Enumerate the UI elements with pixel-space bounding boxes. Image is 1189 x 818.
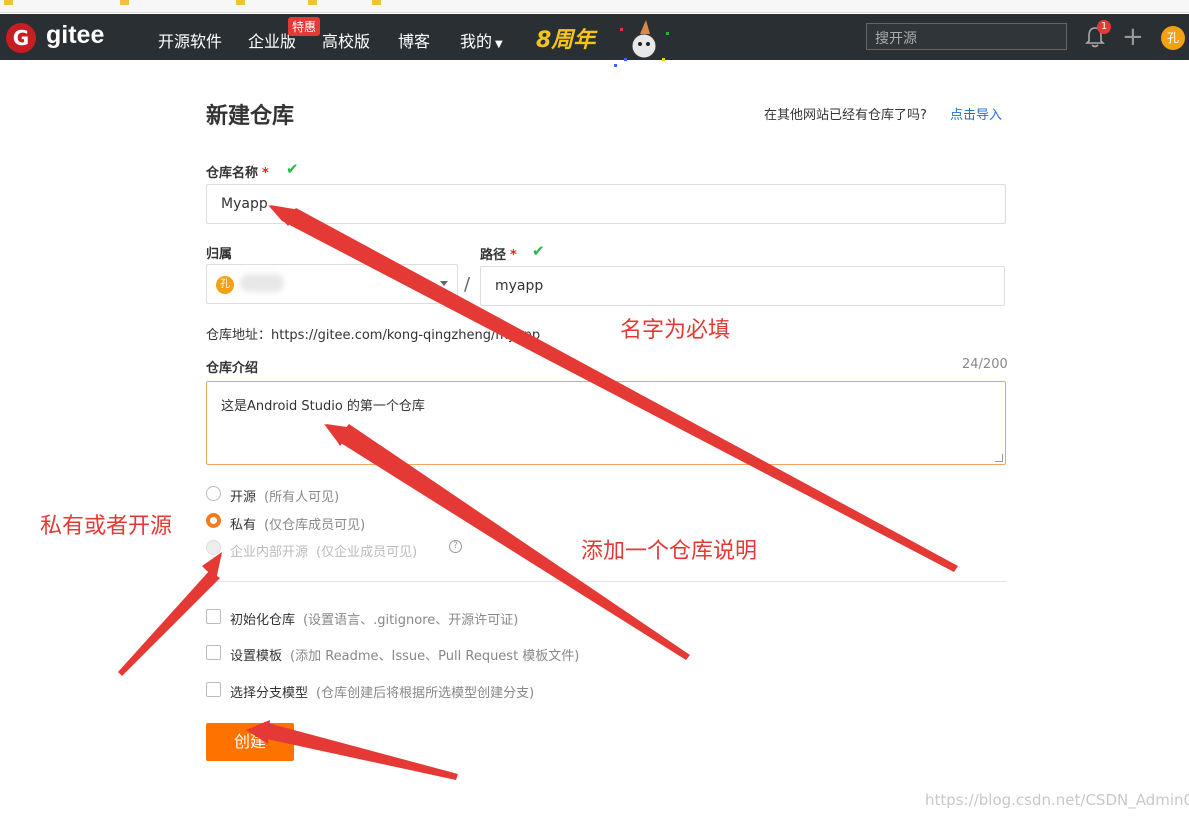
arrow-to-visibility <box>118 555 222 676</box>
annotation-private-or-open: 私有或者开源 <box>40 514 173 539</box>
page-root: G gitee 开源软件 企业版 特惠 高校版 博客 我的 ▼ 8周年 搜开源 1… <box>0 0 1189 818</box>
arrow-to-create <box>246 722 458 780</box>
arrow-to-name-input <box>268 205 958 572</box>
arrowhead-create <box>246 720 270 744</box>
annotation-add-description: 添加一个仓库说明 <box>581 539 758 564</box>
annotation-name-required: 名字为必填 <box>620 318 731 343</box>
watermark: https://blog.csdn.net/CSDN_Admin0 <box>925 791 1189 809</box>
annotation-arrows <box>118 205 958 780</box>
